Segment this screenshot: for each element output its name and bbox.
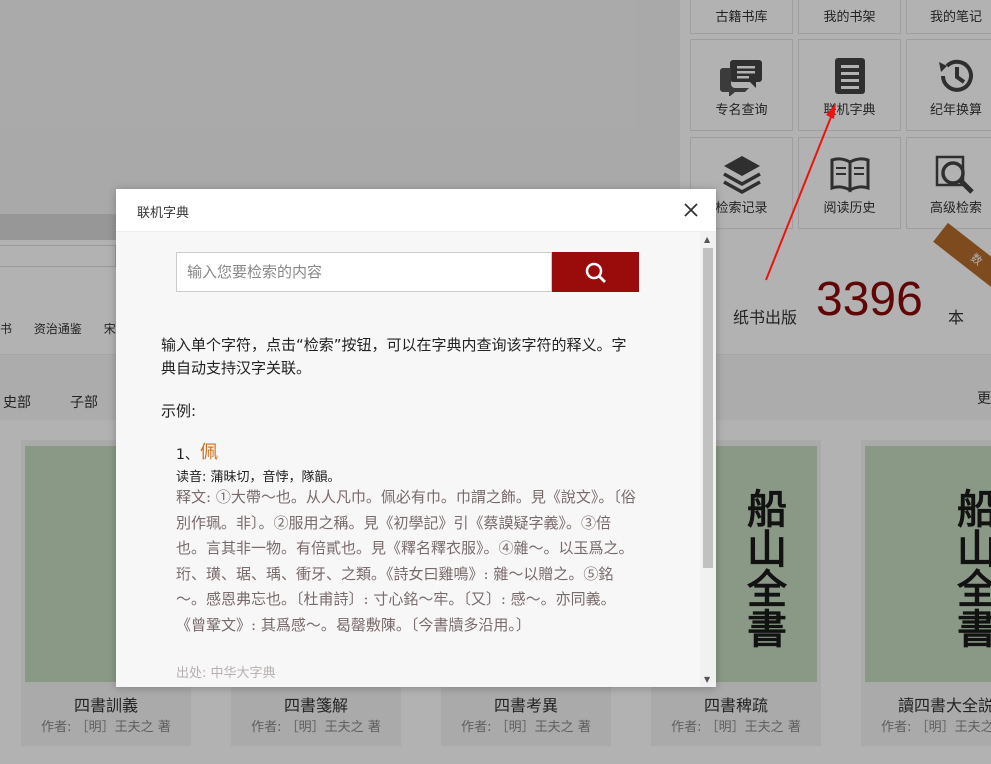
modal-body: 输入单个字符，点击“检索”按钮，可以在字典内查询该字符的释义。字典自动支持汉字关…: [116, 232, 700, 687]
modal-header: 联机字典: [116, 189, 716, 232]
close-icon[interactable]: [682, 201, 700, 219]
dictionary-search-input[interactable]: [176, 252, 552, 292]
dictionary-modal: 联机字典 输入单个字符，点击“检索”按钮，可以在字典内查询该字符的释义。字典自动…: [116, 189, 716, 687]
search-button[interactable]: [552, 252, 639, 292]
example-character: 佩: [200, 442, 218, 463]
modal-title: 联机字典: [137, 206, 190, 221]
example-reading: 读音: 蒲昧切，音悖，隊韻。: [176, 470, 341, 485]
example-source: 出处: 中华大字典: [176, 666, 276, 681]
intro-text: 输入单个字符，点击“检索”按钮，可以在字典内查询该字符的释义。字典自动支持汉字关…: [161, 336, 627, 377]
example-number: 1、: [176, 447, 199, 463]
example-label: 示例:: [161, 402, 197, 420]
example-definition: 释文: ①大帶～也。从人凡巾。佩必有巾。巾謂之飾。見《說文》。〔俗別作珮。非〕。…: [176, 488, 636, 634]
modal-scrollbar[interactable]: ▲ ▼: [700, 232, 716, 687]
scrollbar-thumb[interactable]: [703, 248, 713, 568]
scroll-up-arrow-icon[interactable]: ▲: [704, 235, 710, 244]
search-icon: [585, 262, 606, 283]
scroll-down-arrow-icon[interactable]: ▼: [704, 675, 710, 684]
